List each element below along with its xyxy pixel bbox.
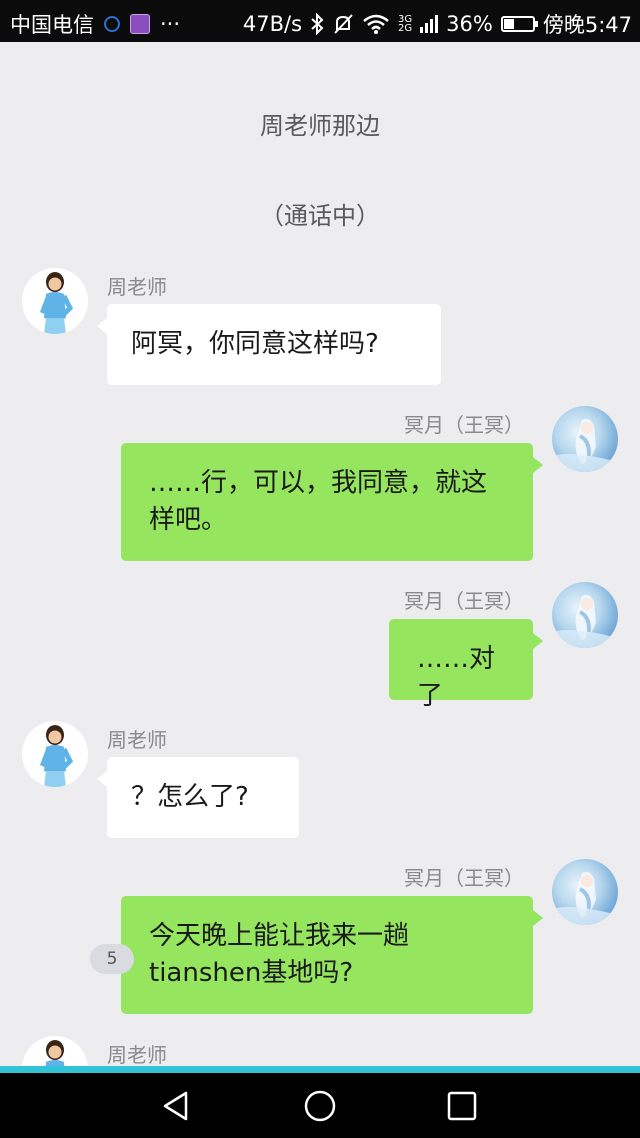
more-notifications-icon: ··· (160, 12, 181, 36)
unread-count-badge[interactable]: 5 (90, 944, 134, 974)
recent-square-icon[interactable] (445, 1089, 479, 1123)
message-bubble[interactable]: 今天晚上能让我来一趟 tianshen基地吗? (121, 896, 543, 1014)
message-bubble[interactable]: 阿冥，你同意这样吗? (97, 304, 441, 385)
mingyue-avatar[interactable] (552, 406, 618, 472)
sender-name: 周老师 (107, 1043, 167, 1066)
accent-divider (0, 1066, 640, 1073)
battery-level-fill (503, 19, 514, 29)
chat-area[interactable]: 周老师那边 （通话中） 周老师 阿冥，你同意这样吗? 冥月（王冥） ……行，可以… (0, 42, 640, 1066)
back-triangle-icon[interactable] (160, 1089, 194, 1123)
scene-status: （通话中） (260, 202, 380, 230)
sender-name: 冥月（王冥） (404, 589, 524, 613)
mingyue-avatar[interactable] (552, 859, 618, 925)
home-circle-icon[interactable] (303, 1089, 337, 1123)
teacher-avatar[interactable] (22, 1036, 88, 1066)
sender-name: 冥月（王冥） (404, 866, 524, 890)
message-bubble[interactable]: ……对了 (389, 619, 543, 711)
network-speed: 47B/s (242, 12, 303, 36)
sender-name: 周老师 (107, 275, 167, 299)
message-line: ……对了 (417, 644, 496, 711)
message-line: 今天晚上能让我来一趟 (149, 921, 410, 951)
mingyue-avatar[interactable] (552, 582, 618, 648)
browser-notification-icon (104, 16, 120, 32)
message-line: tianshen基地吗? (149, 958, 354, 988)
scene-location: 周老师那边 (260, 112, 380, 140)
network-type: 3G 2G (398, 15, 413, 34)
navigation-bar (0, 1073, 640, 1138)
carrier-name: 中国电信 (10, 13, 94, 37)
message-bubble[interactable]: ……行，可以，我同意，就这 样吧。 (121, 443, 543, 561)
sender-name: 周老师 (107, 728, 167, 752)
message-line: ？怎么了? (131, 782, 249, 812)
battery-percent: 36% (446, 12, 493, 36)
teacher-avatar[interactable] (22, 268, 88, 334)
battery-icon (500, 16, 538, 32)
message-line: 阿冥，你同意这样吗? (131, 329, 379, 359)
message-line: ……行，可以，我同意，就这 (149, 468, 488, 498)
signal-strength-icon (420, 15, 439, 33)
message-line: 样吧。 (149, 505, 228, 535)
clock: 傍晚5:47 (542, 13, 632, 37)
bluetooth-icon (311, 13, 324, 35)
network-type-bottom: 2G (398, 23, 413, 34)
gallery-notification-icon (130, 14, 150, 34)
mute-icon (334, 14, 353, 34)
message-bubble[interactable]: ？怎么了? (97, 757, 299, 838)
sender-name: 冥月（王冥） (404, 413, 524, 437)
status-bar: 中国电信 ··· 47B/s 3G 2G 36% 傍晚5:47 (0, 0, 640, 42)
teacher-avatar[interactable] (22, 721, 88, 787)
wifi-icon (363, 14, 389, 34)
